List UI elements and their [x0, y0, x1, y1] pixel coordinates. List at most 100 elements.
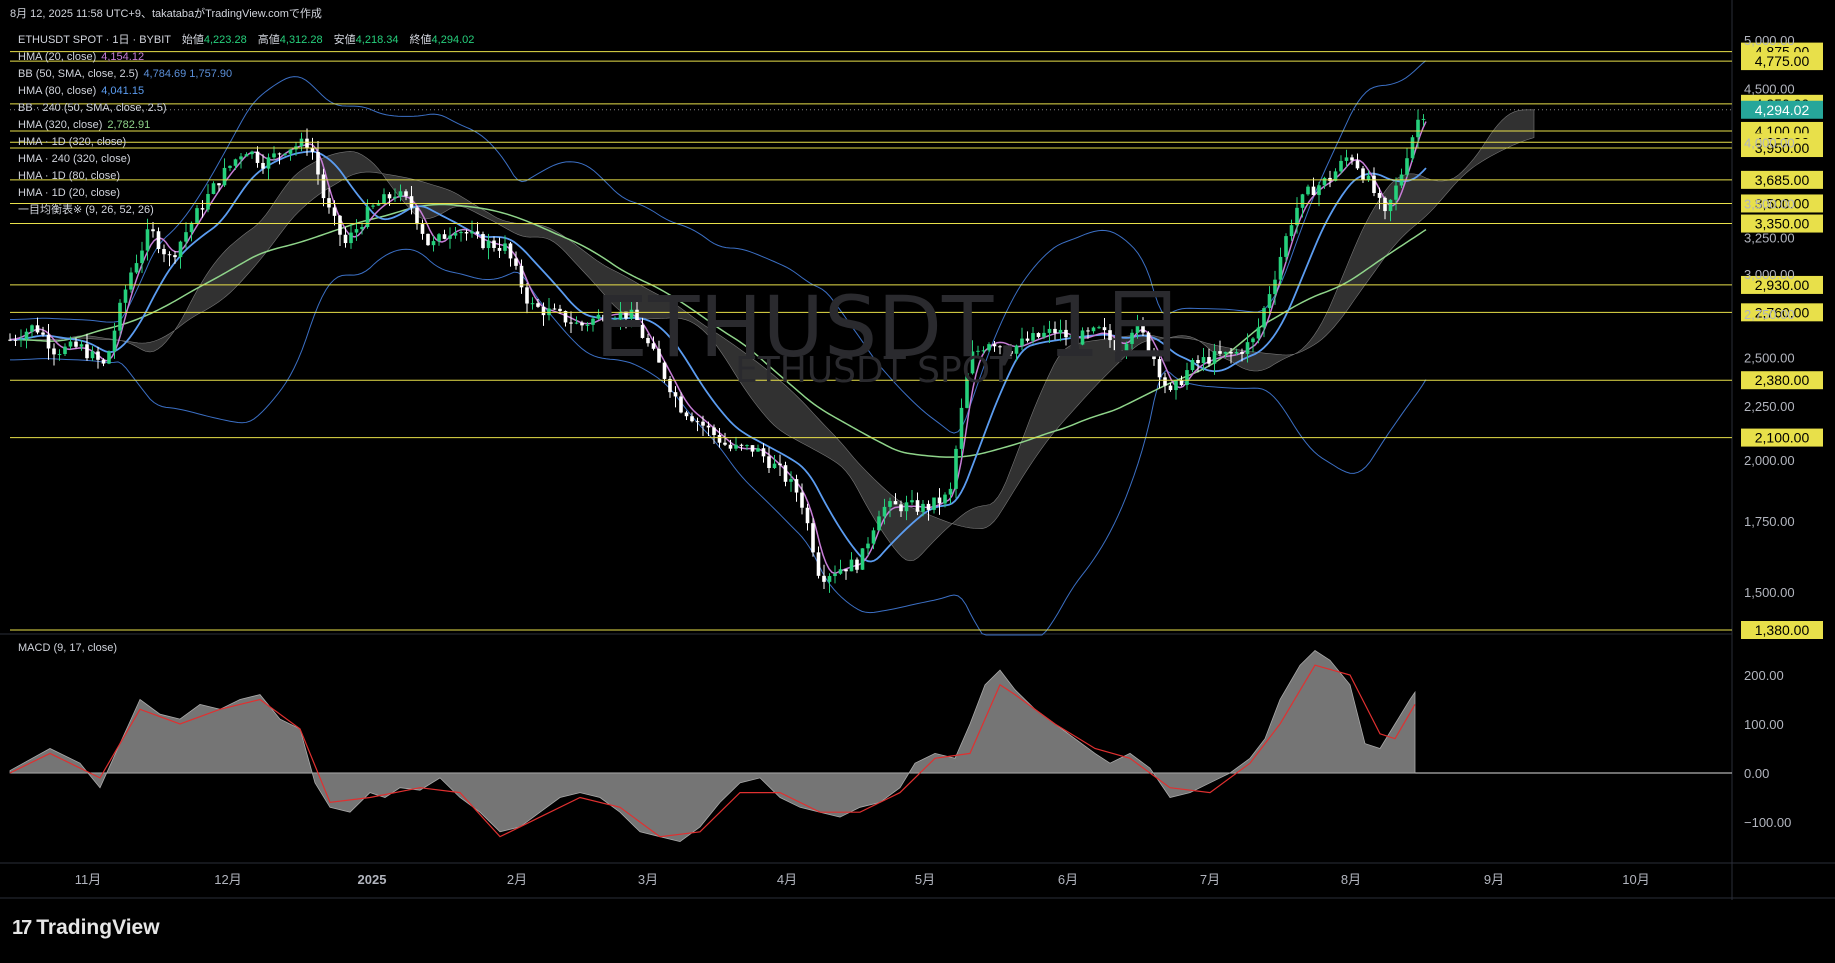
candle-body [96, 351, 100, 360]
candle-body [453, 233, 458, 236]
candle-body [679, 396, 683, 413]
candle-body [35, 325, 40, 333]
indicator-legend-row[interactable]: BB (50, SMA, close, 2.5) 4,784.69 1,757.9… [18, 68, 232, 81]
indicator-label: HMA · 1D (20, close) [18, 187, 121, 199]
candle-body [1201, 357, 1206, 364]
candle-body [371, 205, 375, 207]
indicator-legend-row[interactable]: HMA (320, close) 2,782.91 [18, 119, 150, 132]
candle-body [893, 501, 898, 505]
indicator-legend-row[interactable]: HMA · 1D (80, close) [18, 170, 120, 183]
chart-stage[interactable]: 4,875.004,775.004,350.004,100.004,000.00… [0, 0, 1835, 958]
indicator-label: HMA (320, close) [18, 119, 103, 131]
time-tick-label: 6月 [1058, 872, 1078, 887]
candle-body [855, 559, 859, 570]
price-tick-label: 3,000.00 [1744, 267, 1795, 282]
close-value: 4,294.02 [431, 34, 475, 46]
candle-body [1262, 308, 1266, 328]
candle-body [354, 229, 359, 233]
price-tick-label: 1,500.00 [1744, 585, 1795, 600]
candle-body [1168, 385, 1173, 391]
high-label: 高値 [257, 34, 280, 46]
candle-body [684, 412, 689, 417]
candle-body [541, 306, 546, 316]
candle-body [360, 227, 364, 230]
candle-body [85, 344, 89, 359]
candle-body [63, 346, 67, 355]
indicator-legend-row[interactable]: HMA · 240 (320, close) [18, 153, 131, 166]
candle-body [904, 502, 909, 512]
candle-body [123, 289, 128, 303]
indicator-legend-row[interactable]: HMA (20, close) 4,154.12 [18, 51, 144, 64]
candle-body [217, 183, 221, 186]
candle-body [118, 302, 122, 331]
candle-body [888, 501, 892, 507]
time-tick-label: 3月 [638, 872, 658, 887]
candle-body [316, 151, 320, 175]
candle-body [1339, 160, 1343, 172]
time-tick-label: 11月 [75, 872, 102, 887]
candle-body [574, 322, 579, 324]
time-tick-label: 7月 [1200, 872, 1220, 887]
candle-body [816, 552, 821, 576]
candle-body [899, 504, 903, 512]
candle-body [244, 154, 249, 157]
indicator-legend-row[interactable]: HMA · 1D (320, close) [18, 136, 126, 149]
candle-body [13, 339, 18, 341]
candle-body [173, 255, 177, 258]
candle-body [552, 308, 557, 310]
candle-body [805, 507, 810, 524]
candle-body [1179, 380, 1184, 385]
candle-body [871, 530, 876, 544]
macd-legend[interactable]: MACD (9, 17, close) [18, 642, 117, 655]
price-tick-label: 2,250.00 [1744, 399, 1795, 414]
candle-body [706, 425, 711, 428]
candle-body [739, 444, 744, 446]
indicator-legend-row[interactable]: 一目均衡表※ (9, 26, 52, 26) [18, 204, 154, 217]
watermark-subtitle: ETHUSDT SPOT [735, 350, 1013, 391]
candle-body [486, 240, 491, 249]
candle-body [140, 250, 144, 264]
macd-tick-label: 200.00 [1744, 668, 1784, 683]
indicator-legend-row[interactable]: HMA · 1D (20, close) [18, 187, 120, 200]
candle-body [30, 325, 34, 332]
indicator-legend-row[interactable]: HMA (80, close) 4,041.15 [18, 85, 144, 98]
candle-body [789, 479, 793, 482]
candle-body [745, 445, 749, 447]
candle-body [1229, 351, 1233, 354]
tradingview-logo-icon: 17 [12, 916, 32, 939]
low-value: 4,218.34 [355, 34, 399, 46]
candle-body [1256, 327, 1261, 339]
candle-body [46, 334, 51, 349]
candle-body [1317, 185, 1321, 196]
candle-body [90, 351, 95, 359]
candle-body [1212, 351, 1217, 364]
candle-body [1322, 177, 1327, 186]
candle-body [1405, 158, 1409, 175]
indicator-legend-row[interactable]: BB · 240 (50, SMA, close, 2.5) [18, 102, 167, 115]
candle-body [1372, 175, 1376, 194]
price-tick-label: 1,750.00 [1744, 514, 1795, 529]
indicator-value: 4,041.15 [101, 85, 145, 97]
time-tick-label: 9月 [1484, 872, 1504, 887]
price-tick-label: 4,000.00 [1744, 135, 1795, 150]
level-label: 4,775.00 [1755, 53, 1810, 69]
open-label: 始値 [181, 34, 204, 46]
candle-body [283, 153, 287, 155]
candle-body [673, 392, 678, 397]
candle-body [695, 421, 700, 423]
candle-body [277, 153, 282, 155]
candle-body [250, 151, 254, 155]
snapshot-header: 8月 12, 2025 11:58 UTC+9、takatabaがTrading… [10, 8, 322, 20]
candle-body [481, 234, 485, 249]
candle-body [827, 576, 832, 582]
macd-tick-label: 0.00 [1744, 766, 1769, 781]
candle-body [261, 162, 265, 169]
candle-body [288, 149, 293, 154]
price-chart-svg[interactable]: 4,875.004,775.004,350.004,100.004,000.00… [0, 0, 1835, 958]
candle-body [382, 194, 386, 204]
candle-body [1207, 357, 1211, 364]
candle-body [882, 506, 887, 517]
tradingview-brand[interactable]: 17 TradingView [12, 916, 160, 940]
symbol-ohlc-legend[interactable]: ETHUSDT SPOT · 1日 · BYBIT 始値4,223.28 高値4… [18, 34, 474, 47]
candle-body [1361, 168, 1365, 180]
